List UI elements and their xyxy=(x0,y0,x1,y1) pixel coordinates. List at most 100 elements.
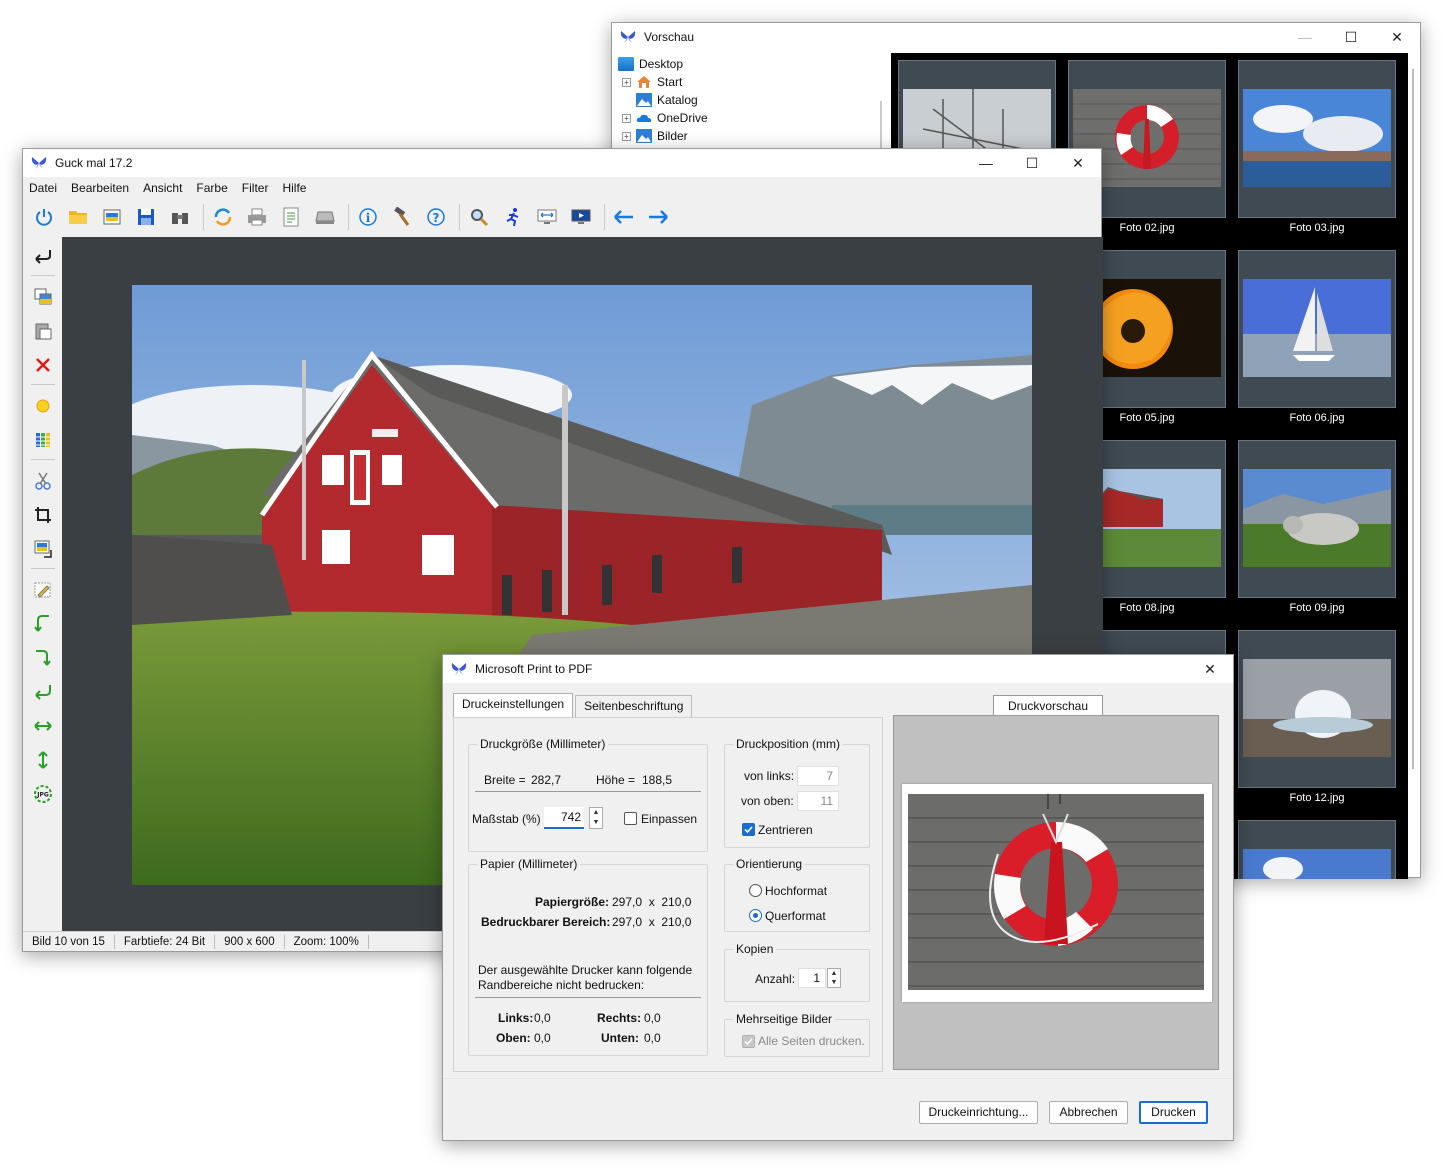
minimize-button[interactable]: — xyxy=(963,149,1009,177)
delete-button[interactable] xyxy=(29,350,57,380)
info-icon: i xyxy=(359,208,377,226)
slideshow-button[interactable] xyxy=(566,202,596,232)
close-button[interactable]: ✕ xyxy=(1187,655,1233,683)
vorschau-titlebar: Vorschau — ☐ ✕ xyxy=(612,23,1420,51)
menu-ansicht[interactable]: Ansicht xyxy=(143,181,182,195)
chevron-down-icon[interactable]: ▼ xyxy=(828,978,840,987)
color-button[interactable] xyxy=(29,425,57,455)
menu-bearbeiten[interactable]: Bearbeiten xyxy=(71,181,129,195)
help-button[interactable]: ? xyxy=(421,202,451,232)
portrait-radio[interactable] xyxy=(749,884,762,897)
run-button[interactable] xyxy=(498,202,528,232)
thumbnail[interactable] xyxy=(1238,250,1396,408)
pencil-icon xyxy=(34,582,51,598)
scissors-icon xyxy=(35,472,51,490)
refresh-button[interactable] xyxy=(208,202,238,232)
info-button[interactable]: i xyxy=(353,202,383,232)
image-button[interactable] xyxy=(97,202,127,232)
cancel-button[interactable]: Abbrechen xyxy=(1049,1101,1128,1124)
flip-vertical-button[interactable] xyxy=(29,745,57,775)
page-button[interactable] xyxy=(276,202,306,232)
all-pages-label: Alle Seiten drucken. xyxy=(758,1034,865,1048)
expand-icon[interactable]: + xyxy=(622,131,631,141)
menu-hilfe[interactable]: Hilfe xyxy=(282,181,306,195)
center-checkbox[interactable] xyxy=(742,823,755,836)
sun-icon xyxy=(36,399,50,413)
einpassen-checkbox[interactable] xyxy=(624,812,637,825)
tree-item-onedrive[interactable]: + OneDrive xyxy=(622,109,708,127)
crop-button[interactable] xyxy=(29,500,57,530)
svg-text:JPG: JPG xyxy=(36,792,49,799)
save-button[interactable] xyxy=(131,202,161,232)
einpassen-label: Einpassen xyxy=(641,812,698,826)
scale-stepper[interactable]: ▲ ▼ xyxy=(589,807,603,829)
scan-button[interactable] xyxy=(310,202,340,232)
landscape-label: Querformat xyxy=(765,909,826,923)
chevron-up-icon[interactable]: ▲ xyxy=(590,808,602,818)
rotate-180-button[interactable] xyxy=(29,677,57,707)
thumbnail-label: Foto 03.jpg xyxy=(1289,222,1345,234)
tree-item-katalog[interactable]: Katalog xyxy=(636,91,698,109)
paste-button[interactable] xyxy=(29,316,57,346)
thumbnail[interactable] xyxy=(1238,440,1396,598)
expand-icon[interactable]: + xyxy=(622,77,631,87)
brightness-button[interactable] xyxy=(29,391,57,421)
tree-item-desktop[interactable]: Desktop xyxy=(618,55,683,73)
landscape-radio[interactable] xyxy=(749,909,762,922)
jpg-button[interactable]: JPG xyxy=(29,779,57,809)
edit-button[interactable] xyxy=(29,575,57,605)
close-button[interactable]: ✕ xyxy=(1055,149,1101,177)
thumbnail[interactable] xyxy=(1238,60,1396,218)
scale-input[interactable]: 742 xyxy=(544,807,584,829)
save-icon xyxy=(138,209,154,225)
print-button[interactable]: Drucken xyxy=(1139,1101,1208,1124)
chevron-down-icon[interactable]: ▼ xyxy=(590,818,602,828)
svg-text:i: i xyxy=(366,211,371,225)
thumbnail-scrollbar[interactable] xyxy=(1412,69,1414,769)
picture-icon xyxy=(103,209,121,225)
tab-seitenbeschriftung[interactable]: Seitenbeschriftung xyxy=(575,695,693,717)
tree-item-bilder[interactable]: + Bilder xyxy=(622,127,688,145)
expand-icon[interactable]: + xyxy=(622,113,631,123)
main-titlebar: Guck mal 17.2 — ☐ ✕ xyxy=(23,149,1101,177)
copy-button[interactable] xyxy=(29,282,57,312)
undo-button[interactable] xyxy=(29,241,57,271)
minimize-button[interactable]: — xyxy=(1282,23,1328,51)
thumbnail[interactable] xyxy=(1238,630,1396,788)
power-button[interactable] xyxy=(29,202,59,232)
open-button[interactable] xyxy=(63,202,93,232)
close-button[interactable]: ✕ xyxy=(1374,23,1420,51)
print-button[interactable] xyxy=(242,202,272,232)
printer-setup-button[interactable]: Druckeinrichtung... xyxy=(919,1101,1038,1124)
tools-button[interactable] xyxy=(387,202,417,232)
dialog-footer: Druckeinrichtung... Abbrechen Drucken xyxy=(443,1078,1233,1140)
chevron-up-icon[interactable]: ▲ xyxy=(828,969,840,978)
status-image-index: Bild 10 von 15 xyxy=(23,934,115,949)
tree-item-start[interactable]: + Start xyxy=(622,73,682,91)
copies-input[interactable]: 1 xyxy=(798,968,826,988)
from-left-input[interactable]: 7 xyxy=(797,766,839,786)
menu-filter[interactable]: Filter xyxy=(242,181,269,195)
rotate-right-button[interactable] xyxy=(29,643,57,673)
zoom-button[interactable] xyxy=(464,202,494,232)
menu-farbe[interactable]: Farbe xyxy=(196,181,227,195)
tab-druckeinstellungen[interactable]: Druckeinstellungen xyxy=(453,693,574,717)
print-preview-tab[interactable]: Druckvorschau xyxy=(993,695,1103,717)
copies-stepper[interactable]: ▲ ▼ xyxy=(827,968,841,988)
thumbnail[interactable] xyxy=(1238,820,1396,879)
next-button[interactable] xyxy=(643,202,673,232)
print-tabs: Druckeinstellungen Seitenbeschriftung xyxy=(453,693,694,717)
previous-button[interactable] xyxy=(609,202,639,232)
from-top-input[interactable]: 11 xyxy=(797,791,839,811)
find-button[interactable] xyxy=(165,202,195,232)
menu-datei[interactable]: Datei xyxy=(29,181,57,195)
cut-button[interactable] xyxy=(29,466,57,496)
flip-horizontal-button[interactable] xyxy=(29,711,57,741)
maximize-button[interactable]: ☐ xyxy=(1009,149,1055,177)
cloud-icon xyxy=(636,114,652,122)
rotate-left-button[interactable] xyxy=(29,609,57,639)
copies-label: Anzahl: xyxy=(755,972,796,986)
resize-button[interactable] xyxy=(29,534,57,564)
maximize-button[interactable]: ☐ xyxy=(1328,23,1374,51)
fit-button[interactable] xyxy=(532,202,562,232)
